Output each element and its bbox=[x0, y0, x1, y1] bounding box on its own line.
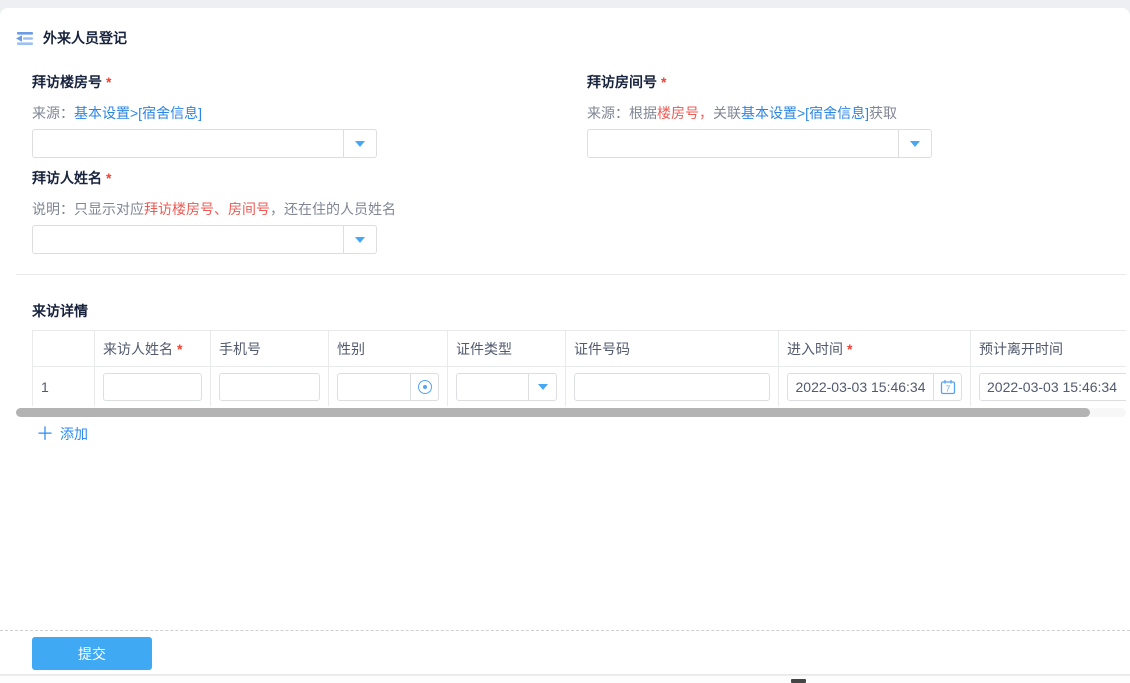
id-number-input[interactable] bbox=[574, 373, 770, 401]
room-select-value bbox=[588, 130, 898, 157]
back-to-list-icon[interactable] bbox=[16, 31, 34, 46]
id-type-addon[interactable] bbox=[528, 374, 556, 400]
room-select[interactable] bbox=[587, 129, 932, 158]
entry-time-input[interactable] bbox=[788, 374, 933, 400]
table-row: 1 bbox=[33, 367, 1127, 407]
person-hint: 说明：只显示对应拜访楼房号、房间号，还在住的人员姓名 bbox=[32, 199, 377, 219]
person-select-value bbox=[33, 226, 343, 253]
building-label: 拜访楼房号* bbox=[32, 72, 377, 92]
leave-time-input[interactable] bbox=[979, 373, 1126, 401]
col-index bbox=[33, 331, 95, 367]
visitor-name-input[interactable] bbox=[103, 373, 202, 401]
field-room: 拜访房间号* 来源：根据楼房号，关联基本设置>[宿舍信息]获取 bbox=[587, 72, 932, 158]
room-hint: 来源：根据楼房号，关联基本设置>[宿舍信息]获取 bbox=[587, 103, 932, 123]
footer-dashed-divider bbox=[0, 630, 1130, 631]
id-type-select[interactable] bbox=[456, 373, 557, 401]
calendar-icon: 7 bbox=[940, 379, 956, 395]
building-hint: 来源：基本设置>[宿舍信息] bbox=[32, 103, 377, 123]
gender-input[interactable] bbox=[338, 374, 410, 400]
room-select-addon[interactable] bbox=[898, 130, 931, 157]
col-gender: 性别 bbox=[329, 331, 448, 367]
building-select[interactable] bbox=[32, 129, 377, 158]
add-row-label: 添加 bbox=[60, 424, 88, 444]
taskbar-peek bbox=[791, 679, 806, 683]
col-visitor-name: 来访人姓名* bbox=[95, 331, 211, 367]
required-asterisk: * bbox=[106, 170, 111, 186]
col-entry-time: 进入时间* bbox=[779, 331, 971, 367]
required-asterisk: * bbox=[661, 74, 666, 90]
table-header-row: 来访人姓名* 手机号 性别 证件类型 证件号码 进入时间* 预计离开时间 bbox=[33, 331, 1127, 367]
col-id-number: 证件号码 bbox=[566, 331, 779, 367]
page-header: 外来人员登记 bbox=[16, 28, 127, 48]
entry-time-picker[interactable]: 7 bbox=[787, 373, 962, 401]
plus-icon: ＋ bbox=[36, 427, 54, 441]
submit-button[interactable]: 提交 bbox=[32, 637, 152, 670]
col-id-type: 证件类型 bbox=[448, 331, 566, 367]
chevron-down-icon bbox=[910, 141, 920, 147]
add-row-button[interactable]: ＋ 添加 bbox=[36, 424, 88, 444]
svg-text:7: 7 bbox=[945, 384, 950, 393]
gender-addon[interactable] bbox=[410, 374, 438, 400]
phone-input[interactable] bbox=[219, 373, 320, 401]
person-select-addon[interactable] bbox=[343, 226, 376, 253]
page-title: 外来人员登记 bbox=[43, 28, 127, 48]
field-building: 拜访楼房号* 来源：基本设置>[宿舍信息] bbox=[32, 72, 377, 158]
person-label: 拜访人姓名* bbox=[32, 168, 377, 188]
section-divider bbox=[16, 274, 1126, 275]
visit-detail-title: 来访详情 bbox=[32, 301, 88, 321]
entry-time-addon[interactable]: 7 bbox=[933, 374, 961, 400]
radio-circle-icon bbox=[418, 380, 432, 394]
room-label: 拜访房间号* bbox=[587, 72, 932, 92]
id-type-input[interactable] bbox=[457, 374, 528, 400]
person-select[interactable] bbox=[32, 225, 377, 254]
bottom-strip bbox=[0, 676, 1130, 683]
visit-detail-table: 来访人姓名* 手机号 性别 证件类型 证件号码 进入时间* 预计离开时间 1 bbox=[32, 330, 1126, 406]
building-select-value bbox=[33, 130, 343, 157]
required-asterisk: * bbox=[177, 341, 182, 357]
chevron-down-icon bbox=[355, 141, 365, 147]
required-asterisk: * bbox=[106, 74, 111, 90]
chevron-down-icon bbox=[355, 237, 365, 243]
field-person: 拜访人姓名* 说明：只显示对应拜访楼房号、房间号，还在住的人员姓名 bbox=[32, 168, 377, 254]
registration-card: 外来人员登记 拜访楼房号* 来源：基本设置>[宿舍信息] 拜访房间号* 来源：根… bbox=[0, 8, 1130, 675]
col-phone: 手机号 bbox=[211, 331, 329, 367]
gender-picker[interactable] bbox=[337, 373, 439, 401]
building-source-link[interactable]: 基本设置>[宿舍信息] bbox=[74, 105, 202, 121]
required-asterisk: * bbox=[847, 341, 852, 357]
scrollbar-thumb[interactable] bbox=[16, 408, 1090, 417]
room-source-link[interactable]: 基本设置>[宿舍信息] bbox=[741, 105, 869, 121]
col-leave-time: 预计离开时间 bbox=[971, 331, 1127, 367]
chevron-down-icon bbox=[538, 384, 548, 390]
row-index: 1 bbox=[33, 367, 95, 407]
building-select-addon[interactable] bbox=[343, 130, 376, 157]
horizontal-scrollbar[interactable] bbox=[16, 408, 1126, 417]
